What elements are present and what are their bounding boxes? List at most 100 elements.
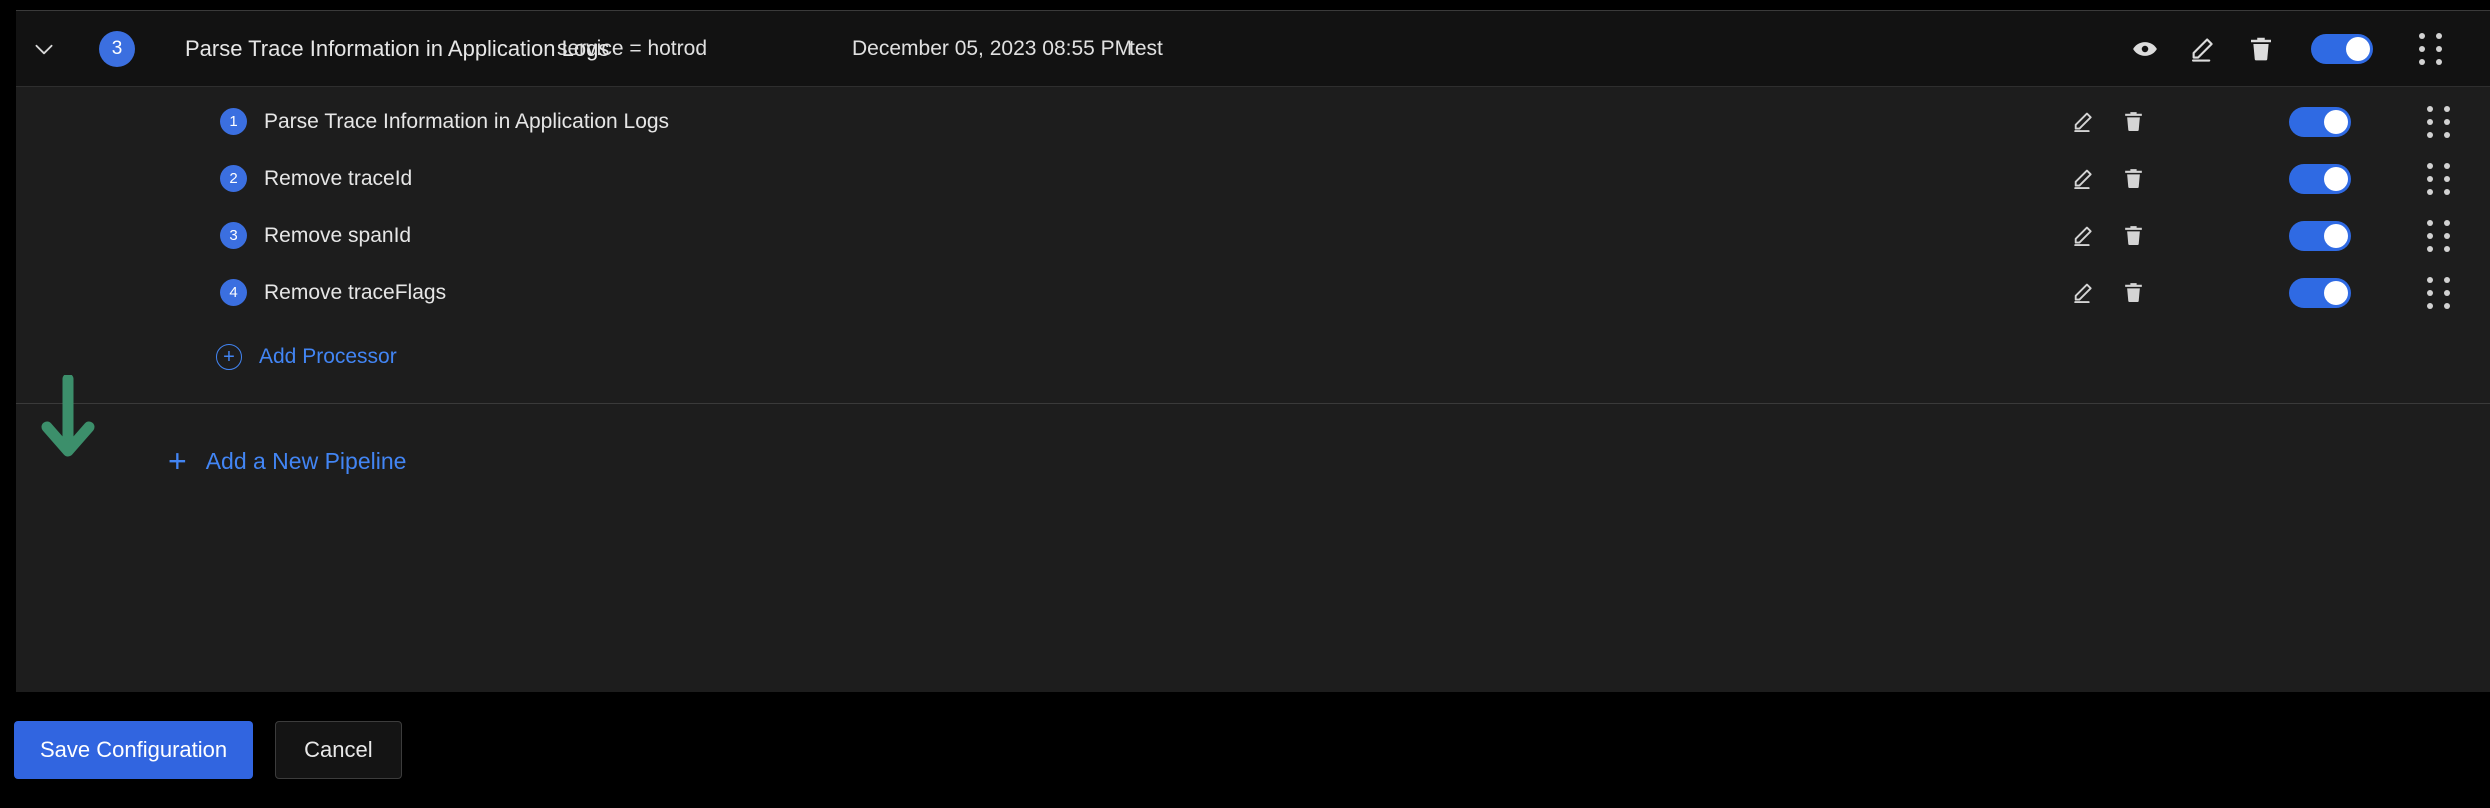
dot [2426,245,2433,252]
toggle-knob [2324,280,2348,305]
processor-order-badge: 1 [220,108,247,135]
trash-icon [2121,280,2146,305]
dot [2443,105,2450,112]
dot [2443,118,2450,125]
dot [2443,232,2450,239]
cancel-button[interactable]: Cancel [275,721,402,779]
save-configuration-button[interactable]: Save Configuration [14,721,254,779]
pipeline-header-row[interactable]: 3 Parse Trace Information in Application… [16,11,2490,87]
pipeline-order-badge-wrap: 3 [72,30,162,67]
trash-icon [2121,109,2146,134]
dot [2426,219,2433,226]
trash-icon [2121,166,2146,191]
expand-collapse-toggle[interactable] [16,36,72,62]
processor-actions [2058,154,2490,204]
dot [2443,131,2450,138]
pipeline-name: Parse Trace Information in Application L… [185,35,610,61]
add-processor-button[interactable]: + Add Processor [16,321,2490,393]
dot [2426,105,2433,112]
dot [2418,45,2425,52]
dot [2426,276,2433,283]
processor-toggle-wrap [2254,163,2386,194]
dot [2426,131,2433,138]
dot [2443,188,2450,195]
dot [2435,45,2442,52]
add-new-pipeline-button[interactable]: + Add a New Pipeline [16,404,2490,518]
dot [2443,245,2450,252]
processor-toggle-wrap [2254,220,2386,251]
dot [2426,118,2433,125]
processor-edit-button[interactable] [2058,97,2108,147]
pencil-icon [2071,280,2096,305]
pipeline-enable-toggle[interactable] [2311,33,2373,64]
processor-drag-wrap [2386,212,2490,260]
toggle-knob [2324,166,2348,191]
processor-drag-wrap [2386,98,2490,146]
pencil-icon [2071,109,2096,134]
dot [2426,162,2433,169]
processor-order-wrap: 4 [16,279,264,306]
pipeline-last-edited: December 05, 2023 08:55 PM [852,36,1133,60]
dot [2443,162,2450,169]
dot [2426,232,2433,239]
processor-edit-button[interactable] [2058,268,2108,318]
pipeline-order-badge: 3 [99,30,135,67]
dot [2426,175,2433,182]
processor-row[interactable]: 2 Remove traceId [16,150,2490,207]
pipeline-actions [2116,20,2466,78]
drag-handle-icon[interactable] [2415,98,2461,146]
dot [2418,32,2425,39]
processor-drag-wrap [2386,155,2490,203]
processor-delete-button[interactable] [2108,268,2158,318]
processor-drag-wrap [2386,269,2490,317]
dot [2443,219,2450,226]
pipeline-edit-button[interactable] [2174,20,2232,78]
pipeline-view-button[interactable] [2116,20,2174,78]
toggle-knob [2346,36,2370,61]
dot [2426,302,2433,309]
pipeline-drag-wrap [2394,25,2466,73]
processor-delete-button[interactable] [2108,211,2158,261]
processor-order-wrap: 3 [16,222,264,249]
processor-toggle-wrap [2254,106,2386,137]
processor-row[interactable]: 3 Remove spanId [16,207,2490,264]
drag-handle-icon[interactable] [2407,25,2453,73]
processor-order-wrap: 2 [16,165,264,192]
add-processor-label: Add Processor [259,345,397,368]
processor-enable-toggle[interactable] [2289,277,2351,308]
pipeline-delete-button[interactable] [2232,20,2290,78]
processor-name: Parse Trace Information in Application L… [264,109,670,133]
drag-handle-icon[interactable] [2415,155,2461,203]
processor-row[interactable]: 1 Parse Trace Information in Application… [16,93,2490,150]
processor-delete-button[interactable] [2108,154,2158,204]
trash-icon [2246,34,2276,64]
drag-handle-icon[interactable] [2415,212,2461,260]
processor-row[interactable]: 4 Remove traceFlags [16,264,2490,321]
plus-icon: + [168,443,187,479]
processor-edit-button[interactable] [2058,211,2108,261]
processor-delete-button[interactable] [2108,97,2158,147]
processor-order-badge: 2 [220,165,247,192]
processor-enable-toggle[interactable] [2289,163,2351,194]
toggle-knob [2324,109,2348,134]
pipeline-edited-by: test [1129,36,1163,60]
dot [2426,289,2433,296]
trash-icon [2121,223,2146,248]
pencil-icon [2071,223,2096,248]
processor-toggle-wrap [2254,277,2386,308]
chevron-down-icon [31,36,57,62]
dot [2418,58,2425,65]
dot [2443,175,2450,182]
dot [2443,289,2450,296]
processor-edit-button[interactable] [2058,154,2108,204]
processor-actions [2058,268,2490,318]
pencil-icon [2188,34,2218,64]
dot [2426,188,2433,195]
processor-enable-toggle[interactable] [2289,220,2351,251]
processor-order-badge: 3 [220,222,247,249]
processor-name: Remove spanId [264,223,412,247]
processor-enable-toggle[interactable] [2289,106,2351,137]
pipeline-filter: service = hotrod [557,36,707,60]
dot [2443,276,2450,283]
drag-handle-icon[interactable] [2415,269,2461,317]
